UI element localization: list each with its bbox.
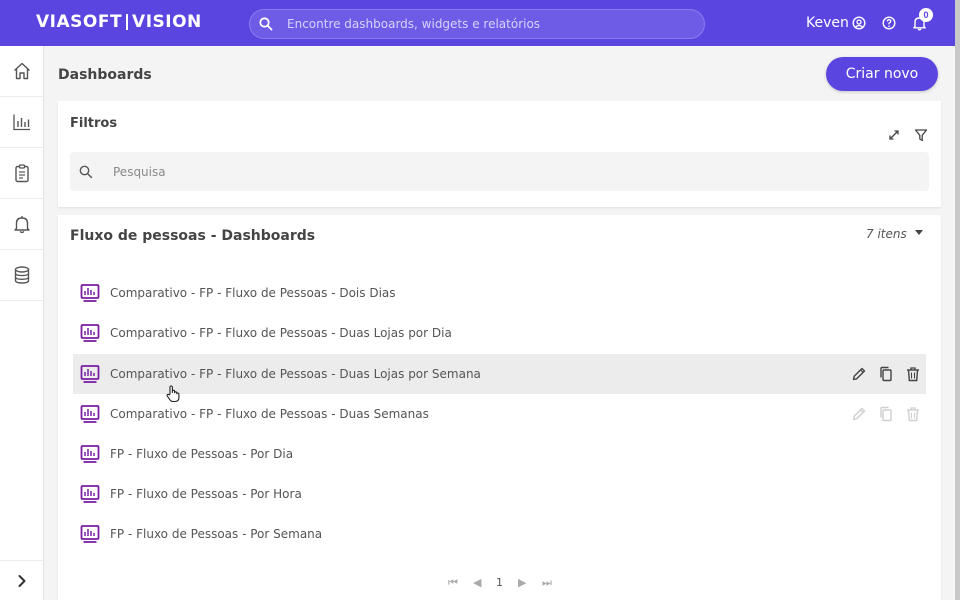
sidebar-item-data-sources[interactable] [0,250,43,301]
bell-icon [13,216,30,234]
home-icon [13,62,30,80]
dashboard-name: Comparativo - FP - Fluxo de Pessoas - Du… [110,367,481,381]
dashboard-name: Comparativo - FP - Fluxo de Pessoas - Do… [110,286,396,300]
sidebar-item-alerts[interactable] [0,199,43,250]
dashboard-name: FP - Fluxo de Pessoas - Por Semana [110,527,323,541]
row-actions [850,405,922,423]
dashboard-name: FP - Fluxo de Pessoas - Por Hora [110,487,302,501]
logo-separator [126,14,129,30]
edit-pencil-icon[interactable] [850,365,868,383]
row-actions [850,365,922,383]
filter-search-field[interactable] [70,152,929,191]
dashboard-monitor-icon [80,284,100,302]
last-page-icon[interactable]: ⏭ [542,576,552,590]
global-search[interactable] [249,9,705,39]
create-new-button[interactable]: Criar novo [826,57,938,91]
hand-cursor-icon [166,385,180,403]
dashboard-list-item[interactable]: FP - Fluxo de Pessoas - Por Dia [73,434,926,474]
notification-count-badge: 0 [919,8,933,22]
database-icon [14,266,29,284]
sidebar-item-charts[interactable] [0,97,43,148]
collapse-caret-icon[interactable] [915,230,923,235]
sidebar-item-home[interactable] [0,46,43,97]
pagination: ⏮ ◀ 1 ▶ ⏭ [58,576,941,592]
dashboard-monitor-icon [80,485,100,503]
duplicate-copy-icon[interactable] [877,365,895,383]
user-profile-icon[interactable] [850,14,868,32]
next-page-icon[interactable]: ▶ [518,576,526,589]
search-icon [259,17,273,31]
dashboard-list-item[interactable]: Comparativo - FP - Fluxo de Pessoas - Do… [73,273,926,313]
logo-text-left: VIASOFT [36,12,123,32]
dashboard-name: FP - Fluxo de Pessoas - Por Dia [110,447,294,461]
edit-pencil-icon[interactable] [850,405,868,423]
dashboard-group-card: Fluxo de pessoas - Dashboards 7 itens Co… [58,215,941,600]
current-page-number[interactable]: 1 [496,576,503,589]
dashboard-list-item[interactable]: FP - Fluxo de Pessoas - Por Semana [73,514,926,554]
dashboard-list-item[interactable]: Comparativo - FP - Fluxo de Pessoas - Du… [73,313,926,353]
duplicate-copy-icon[interactable] [877,405,895,423]
previous-page-icon[interactable]: ◀ [473,576,481,589]
filter-search-input[interactable] [113,164,893,179]
sidebar [0,46,44,600]
app-logo[interactable]: VIASOFT VISION [36,12,202,32]
delete-trash-icon[interactable] [904,405,922,423]
dashboard-monitor-icon [80,324,100,342]
clipboard-icon [14,164,29,183]
dashboard-monitor-icon [80,405,100,423]
dashboard-list-item-hovered[interactable]: Comparativo - FP - Fluxo de Pessoas - Du… [73,354,926,394]
expand-icon[interactable] [886,127,902,143]
search-icon [79,165,93,178]
chevron-right-icon [18,574,25,587]
global-search-input[interactable] [287,17,687,31]
sidebar-item-reports[interactable] [0,148,43,199]
group-item-count: 7 itens [866,227,907,241]
chart-icon [12,114,30,131]
top-bar: VIASOFT VISION Keven 0 [0,0,960,46]
help-icon[interactable] [880,14,898,32]
page-title: Dashboards [58,67,152,83]
dashboard-name: Comparativo - FP - Fluxo de Pessoas - Du… [110,407,429,421]
filters-panel: Filtros [58,101,941,207]
filters-title: Filtros [70,116,118,131]
dashboard-list-item[interactable]: FP - Fluxo de Pessoas - Por Hora [73,474,926,514]
sidebar-expand-button[interactable] [0,560,43,600]
delete-trash-icon[interactable] [904,365,922,383]
dashboard-monitor-icon [80,525,100,543]
first-page-icon[interactable]: ⏮ [448,576,458,590]
window-edge [955,0,960,600]
dashboard-list-item[interactable]: Comparativo - FP - Fluxo de Pessoas - Du… [73,394,926,434]
dashboard-monitor-icon [80,365,100,383]
logo-text-right: VISION [132,12,202,32]
dashboard-monitor-icon [80,445,100,463]
user-name[interactable]: Keven [806,15,849,31]
filter-funnel-icon[interactable] [913,127,929,143]
dashboard-name: Comparativo - FP - Fluxo de Pessoas - Du… [110,326,452,340]
group-title: Fluxo de pessoas - Dashboards [70,228,316,244]
